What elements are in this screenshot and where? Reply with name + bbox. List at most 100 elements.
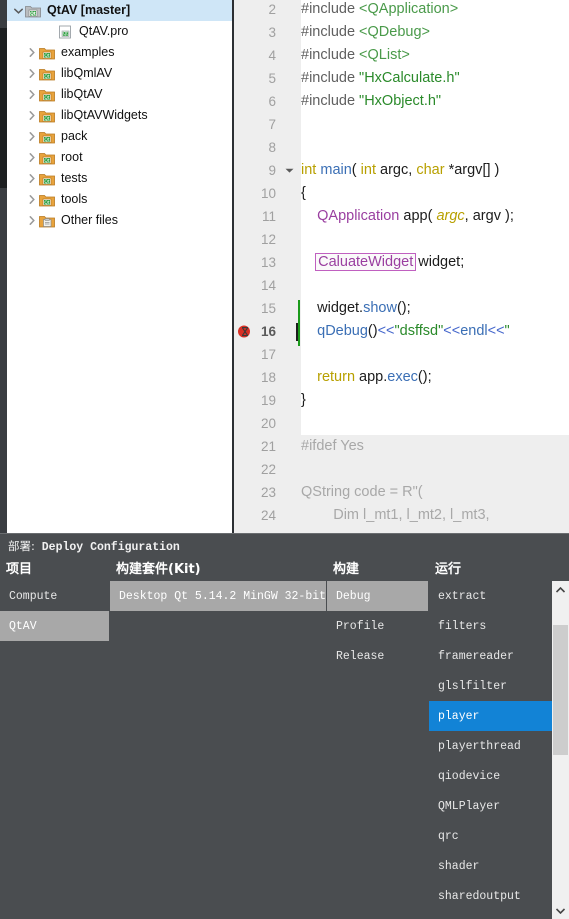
- run-item-qiodevice[interactable]: qiodevice: [429, 761, 553, 791]
- run-item-shader[interactable]: shader: [429, 851, 553, 881]
- tree-item-label: tests: [61, 171, 88, 185]
- line-number: 23: [260, 485, 276, 500]
- deploy-table[interactable]: Compute QtAV Desktop Qt 5.14.2 MinGW 32-bi…: [0, 581, 569, 919]
- folder-qt-icon: Qt: [39, 126, 56, 147]
- run-item-playerthread[interactable]: playerthread: [429, 731, 553, 761]
- tree-item-tools[interactable]: Qt tools: [7, 189, 232, 210]
- chevron-right-icon[interactable]: [25, 84, 39, 105]
- line-number: 10: [260, 186, 276, 201]
- run-item-framereader[interactable]: framereader: [429, 641, 553, 671]
- build-item-release[interactable]: Release: [327, 641, 429, 671]
- run-item-sharedoutput[interactable]: sharedoutput: [429, 881, 553, 911]
- column-header-run: 运行: [435, 562, 462, 577]
- run-item-qmlplayer[interactable]: QMLPlayer: [429, 791, 553, 821]
- tree-item-qtav-pro[interactable]: Qt QtAV.pro: [7, 21, 232, 42]
- run-item-label: playerthread: [438, 739, 521, 753]
- tree-item-qtav-master[interactable]: Qt QtAV [master]: [7, 0, 232, 21]
- folder-qt-icon: Qt: [39, 168, 56, 189]
- column-separator-2: [326, 581, 327, 919]
- fold-collapse-icon[interactable]: [282, 159, 296, 182]
- build-item-label: Profile: [336, 619, 385, 633]
- folder-qt-icon: Qt: [39, 105, 56, 126]
- run-item-qrc[interactable]: qrc: [429, 821, 553, 851]
- code-line: int main( int argc, char *argv[] ): [301, 162, 500, 178]
- line-number: 9: [268, 163, 276, 178]
- code-line: CaluateWidget widget;: [301, 251, 464, 274]
- code-line: qDebug()<<"dsffsd"<<endl<<": [317, 323, 510, 339]
- current-line-marker: [298, 300, 300, 346]
- scrollbar-thumb[interactable]: [553, 625, 568, 755]
- run-item-label: QMLPlayer: [438, 799, 501, 813]
- scroll-down-arrow-icon[interactable]: [552, 902, 569, 919]
- svg-text:Qt: Qt: [44, 137, 49, 143]
- scroll-up-arrow-icon[interactable]: [552, 581, 569, 598]
- run-item-label: filters: [438, 619, 487, 633]
- tree-item-label: QtAV.pro: [79, 24, 129, 38]
- column-separator-3: [428, 581, 429, 919]
- run-list-scrollbar[interactable]: [552, 581, 569, 919]
- code-line: #include "HxObject.h": [301, 93, 442, 109]
- project-item-qtav[interactable]: QtAV: [0, 611, 109, 641]
- code-line: #include <QApplication>: [301, 1, 459, 17]
- run-item-label: framereader: [438, 649, 514, 663]
- chevron-right-icon[interactable]: [25, 105, 39, 126]
- line-number: 12: [260, 232, 276, 247]
- breakpoint-marker-icon[interactable]: [237, 324, 251, 338]
- line-number: 11: [261, 209, 276, 224]
- column-header-kit: 构建套件(Kit): [116, 562, 201, 577]
- svg-text:Qt: Qt: [44, 74, 49, 80]
- tree-item-label: pack: [61, 129, 88, 143]
- chevron-right-icon[interactable]: [25, 210, 39, 231]
- line-number: 17: [260, 347, 276, 362]
- tree-item-root[interactable]: Qt root: [7, 147, 232, 168]
- run-item-extract[interactable]: extract: [429, 581, 553, 611]
- run-item-glslfilter[interactable]: glslfilter: [429, 671, 553, 701]
- line-number: 18: [260, 370, 276, 385]
- build-item-label: Release: [336, 649, 385, 663]
- tree-item-label: libQtAV: [61, 87, 103, 101]
- tree-item-libqmlav[interactable]: Qt libQmlAV: [7, 63, 232, 84]
- code-line: QString code = R"(: [301, 484, 423, 500]
- tree-item-examples[interactable]: Qt examples: [7, 42, 232, 63]
- chevron-right-icon[interactable]: [25, 147, 39, 168]
- deploy-title-text: Deploy Configuration: [41, 541, 180, 554]
- build-item-debug[interactable]: Debug: [327, 581, 429, 611]
- kit-item-desktop-qt-5-14-2-mingw-32-bit[interactable]: Desktop Qt 5.14.2 MinGW 32-bit: [110, 581, 327, 611]
- svg-text:Qt: Qt: [44, 158, 49, 164]
- code-line: widget.show();: [317, 300, 411, 316]
- deploy-title-prefix: 部署:: [8, 539, 35, 553]
- run-item-player[interactable]: player: [429, 701, 553, 731]
- project-item-compute[interactable]: Compute: [0, 581, 109, 611]
- code-line: QApplication app( argc, argv );: [317, 208, 514, 224]
- chevron-right-icon[interactable]: [25, 126, 39, 147]
- chevron-right-icon[interactable]: [25, 189, 39, 210]
- run-item-filters[interactable]: filters: [429, 611, 553, 641]
- code-line: #include <QDebug>: [301, 24, 430, 40]
- tree-item-libqtav[interactable]: Qt libQtAV: [7, 84, 232, 105]
- tree-item-label: examples: [61, 45, 115, 59]
- run-item-label: player: [438, 709, 480, 723]
- tree-item-libqtavwidgets[interactable]: Qt libQtAVWidgets: [7, 105, 232, 126]
- tree-item-pack[interactable]: Qt pack: [7, 126, 232, 147]
- run-item-label: shader: [438, 859, 480, 873]
- svg-text:Qt: Qt: [63, 31, 68, 36]
- line-number: 19: [260, 393, 276, 408]
- chevron-right-icon[interactable]: [25, 42, 39, 63]
- tree-item-label: Other files: [61, 213, 118, 227]
- code-line: return app.exec();: [317, 369, 432, 385]
- run-item-label: glslfilter: [438, 679, 508, 693]
- folder-other-icon: [39, 210, 56, 231]
- project-tree-panel[interactable]: Qt QtAV [master] Qt QtAV.pro Qt examples Qt lib…: [7, 0, 233, 533]
- chevron-down-icon[interactable]: [11, 0, 25, 21]
- run-item-label: sharedoutput: [438, 889, 521, 903]
- code-editor[interactable]: 2 #include <QApplication> 3 #include <QDebu…: [234, 0, 569, 533]
- tree-item-other-files[interactable]: Other files: [7, 210, 232, 231]
- build-item-profile[interactable]: Profile: [327, 611, 429, 641]
- code-line: #include "HxCalculate.h": [301, 70, 460, 86]
- line-number: 3: [268, 25, 276, 40]
- tree-item-tests[interactable]: Qt tests: [7, 168, 232, 189]
- no-chevron: [43, 21, 57, 42]
- chevron-right-icon[interactable]: [25, 63, 39, 84]
- code-line: {: [301, 185, 306, 201]
- chevron-right-icon[interactable]: [25, 168, 39, 189]
